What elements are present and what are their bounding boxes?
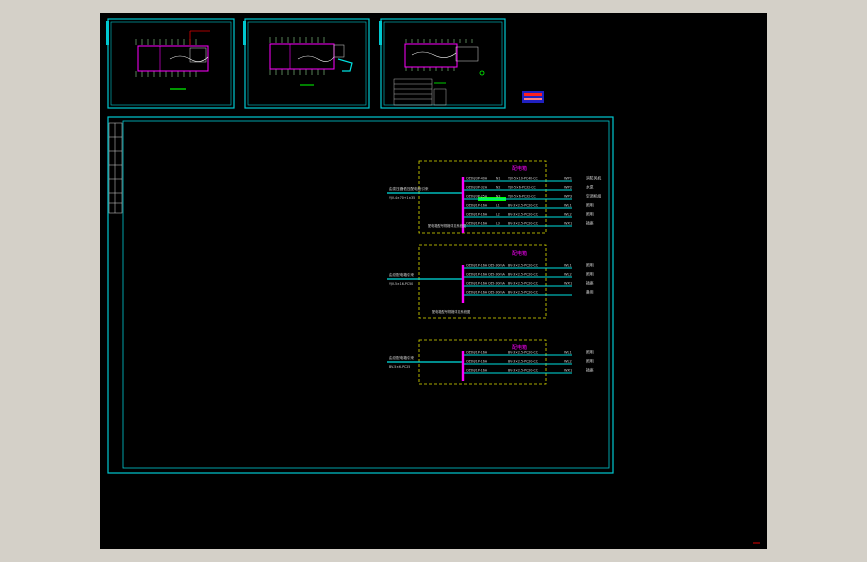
panel-2-incoming-cable: YJV-5×16-PC50 — [389, 282, 413, 286]
feeder-cable: BV-3×2.5-PC20-CC — [508, 351, 539, 355]
feeder-load-name: 插座 — [586, 368, 594, 373]
feeder-load-name: 照明 — [586, 203, 594, 208]
panel-1-incoming-label: 由变压器低压配电柜引来 — [389, 186, 429, 191]
legend-stamp — [522, 91, 544, 103]
feeder-tag: L1 — [496, 204, 500, 208]
feeder-circuit-code: WL1 — [564, 351, 572, 355]
feeder-cable: BV-3×2.5-PC20-CC — [508, 273, 539, 277]
feeder-breaker: C65N/1P-16A — [466, 204, 488, 208]
feeder-breaker: C65N/3P-25A — [466, 195, 488, 199]
feeder-cable: YJV-5×10-PC40-CC — [508, 177, 539, 181]
distribution-panel-2[interactable]: 配电箱 由总配电箱引来 YJV-5×16-PC50 配电箱型号规格详见系统图 C… — [387, 244, 594, 319]
panel-3-incoming-label: 由总配电箱引来 — [389, 355, 415, 360]
feeder-cable: BV-3×2.5-PC20-CC — [508, 291, 539, 295]
feeder-tag: N2 — [496, 186, 500, 190]
distribution-panel-1[interactable]: 配电箱 由变压器低压配电柜引来 YJV-4×70+1×35 配电箱型号规格详见系… — [387, 160, 601, 234]
panel-1-bottom-note: 配电箱型号规格详见系统图 — [428, 223, 466, 228]
feeder-load-name: 插座 — [586, 221, 594, 226]
feeder-circuit-code: WL1 — [564, 204, 572, 208]
feeder-load-name: 照明 — [586, 272, 594, 277]
feeder-breaker: C65N/1P-16A — [466, 222, 488, 226]
feeder-breaker: C65N/1P-16A — [466, 369, 488, 373]
feeder-circuit-code: WP2 — [564, 186, 572, 190]
feeder-cable: BV-3×2.5-PC20-CC — [508, 213, 539, 217]
panel-1-incoming-cable: YJV-4×70+1×35 — [389, 196, 415, 200]
distribution-panel-3[interactable]: 配电箱 由总配电箱引来 BV-5×6-PC25 C65N/1P-16A BV-3×… — [387, 339, 594, 385]
feeder-circuit-code: WL1 — [564, 264, 572, 268]
feeder-cable: BV-3×2.5-PC20-CC — [508, 360, 539, 364]
feeder-circuit-code: WL2 — [564, 360, 572, 364]
feeder-breaker: C65N/1P-16A C65-30mA — [466, 291, 506, 295]
thumbnail-sheet-3[interactable] — [379, 18, 506, 109]
feeder-cable: YJV-5×6-PC32-CC — [508, 195, 536, 199]
feeder-circuit-code: WX1 — [564, 369, 572, 373]
feeder-load-name: 备用 — [586, 290, 594, 295]
feeder-tag: N3 — [496, 195, 500, 199]
panel-2-incoming-label: 由总配电箱引来 — [389, 272, 415, 277]
feeder-breaker: C65N/3P-32A — [466, 186, 488, 190]
feeder-load-name: 照明 — [586, 350, 594, 355]
title-strip — [108, 122, 123, 214]
thumbnail-sheet-1[interactable] — [106, 18, 235, 109]
feeder-load-name: 照明 — [586, 359, 594, 364]
panel-3-incoming-cable: BV-5×6-PC25 — [389, 365, 410, 369]
feeder-circuit-code: WX1 — [564, 222, 572, 226]
feeder-breaker: C65N/1P-16A C65-30mA — [466, 273, 506, 277]
feeder-breaker: C65N/3P-40A — [466, 177, 488, 181]
feeder-tag: L2 — [496, 213, 500, 217]
feeder-circuit-code: WP1 — [564, 177, 572, 181]
feeder-breaker: C65N/1P-16A C65-30mA — [466, 282, 506, 286]
panel-1-title: 配电箱 — [512, 165, 527, 172]
feeder-circuit-code: WX1 — [564, 282, 572, 286]
feeder-circuit-code: WP3 — [564, 195, 572, 199]
feeder-load-name: 水泵 — [586, 185, 594, 190]
feeder-load-name: 照明 — [586, 212, 594, 217]
feeder-circuit-code: WL2 — [564, 273, 572, 277]
feeder-load-name: 消防风机 — [586, 176, 601, 181]
feeder-cable: BV-3×2.5-PC20-CC — [508, 204, 539, 208]
thumbnail-sheet-2[interactable] — [243, 18, 370, 109]
feeder-load-name: 照明 — [586, 263, 594, 268]
panel-2-title: 配电箱 — [512, 250, 527, 257]
feeder-breaker: C65N/1P-16A — [466, 351, 488, 355]
feeder-load-name: 空调机组 — [586, 194, 601, 199]
feeder-cable: BV-3×2.5-PC20-CC — [508, 369, 539, 373]
feeder-load-name: 插座 — [586, 281, 594, 286]
feeder-cable: BV-3×2.5-PC20-CC — [508, 222, 539, 226]
feeder-breaker: C65N/1P-16A C65-30mA — [466, 264, 506, 268]
panel-2-bottom-note: 配电箱型号规格详见系统图 — [432, 309, 470, 314]
feeder-breaker: C65N/1P-16A — [466, 360, 488, 364]
feeder-breaker: C65N/1P-16A — [466, 213, 488, 217]
feeder-tag: N1 — [496, 177, 500, 181]
feeder-cable: BV-3×2.5-PC20-CC — [508, 282, 539, 286]
feeder-cable: BV-3×2.5-PC20-CC — [508, 264, 539, 268]
cad-drawing-canvas[interactable]: 配电箱 由变压器低压配电柜引来 YJV-4×70+1×35 配电箱型号规格详见系… — [100, 13, 767, 549]
feeder-tag: L3 — [496, 222, 500, 226]
feeder-circuit-code: WL2 — [564, 213, 572, 217]
feeder-cable: YJV-5×6-PC32-CC — [508, 186, 536, 190]
